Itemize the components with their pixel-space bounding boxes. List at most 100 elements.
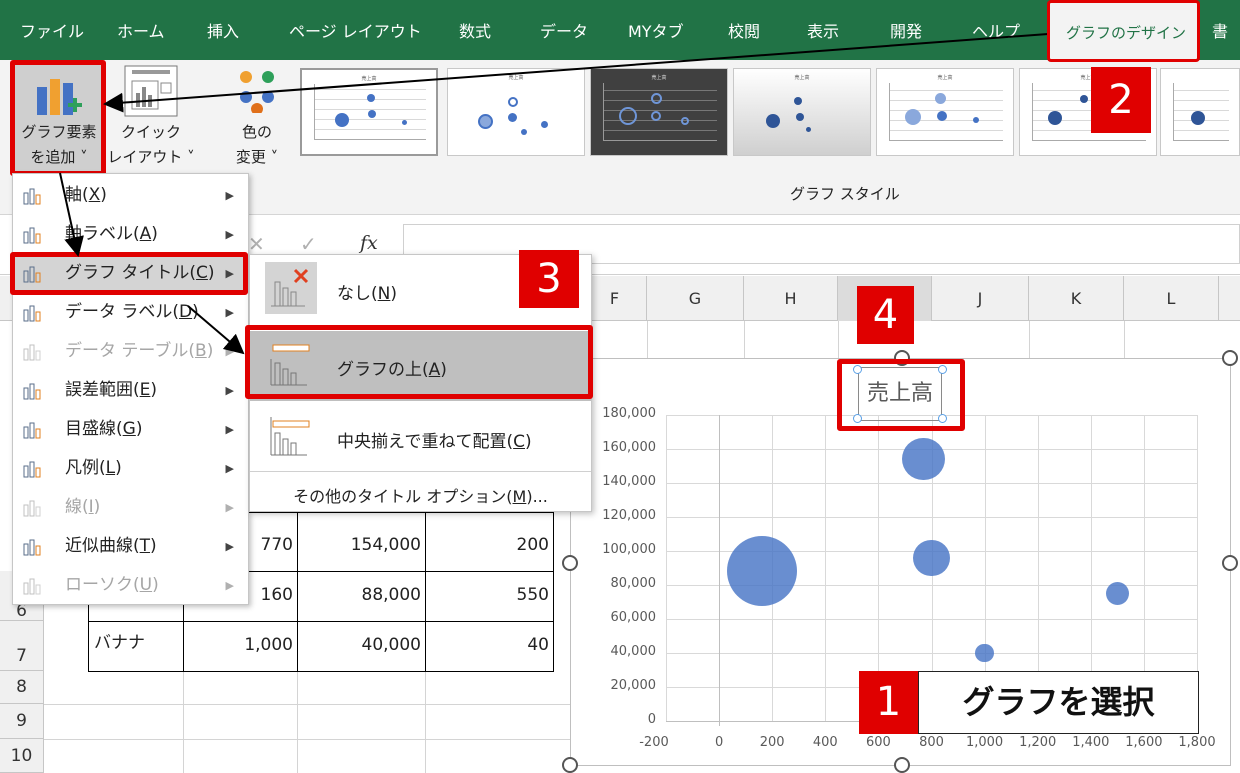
chart-resize-handle[interactable] (562, 757, 578, 773)
tab-view[interactable]: 表示 (807, 18, 839, 42)
quick-layout-icon (124, 65, 178, 117)
tab-developer[interactable]: 開発 (890, 18, 922, 42)
chart-resize-handle[interactable] (562, 555, 578, 571)
menu-item-legend[interactable]: 凡例(L) ▶ (13, 449, 248, 488)
column-header[interactable]: J (932, 276, 1029, 321)
chart-resize-handle[interactable] (1222, 555, 1238, 571)
table-cell[interactable]: 40 (425, 620, 549, 670)
column-header[interactable]: F (583, 276, 647, 321)
tab-review[interactable]: 校閲 (728, 18, 760, 42)
tab-formulas[interactable]: 数式 (459, 18, 491, 42)
submenu-item-label: 中央揃えで重ねて配置(C) (337, 427, 532, 452)
chart-bubble[interactable] (726, 536, 797, 607)
chart-style-1[interactable]: 売上高 (300, 68, 438, 156)
chart-style-5[interactable]: 売上高 (876, 68, 1014, 156)
x-axis-tick-label: 200 (759, 735, 785, 750)
x-axis-tick-label: 1,400 (1072, 735, 1110, 750)
x-axis-tick-label: 400 (812, 735, 838, 750)
tab-file[interactable]: ファイル (20, 18, 84, 42)
chart-resize-handle[interactable] (894, 757, 910, 773)
x-axis-tick-label: -200 (639, 735, 669, 750)
chart-style-3[interactable]: 売上高 (590, 68, 728, 156)
chart-bubble[interactable] (975, 643, 995, 663)
menu-item-axes[interactable]: 軸(X) ▶ (13, 176, 248, 215)
x-axis-tick-label: 1,600 (1125, 735, 1163, 750)
tab-chart-design[interactable]: グラフのデザイン (1047, 0, 1200, 62)
thumb-bubble (766, 114, 780, 128)
tab-overflow[interactable]: 書 (1212, 18, 1228, 42)
row-header[interactable]: 10 (0, 739, 44, 773)
menu-item-label: 軸ラベル(A) (65, 215, 158, 254)
chart-bubble[interactable] (902, 438, 945, 481)
quick-layout-button[interactable]: クイック レイアウト ˅ (106, 63, 196, 173)
tab-page-layout[interactable]: ページ レイアウト (289, 18, 422, 42)
tab-home[interactable]: ホーム (117, 18, 165, 42)
menu-item-accelerator: B (195, 341, 207, 361)
thumb-title: 売上高 (937, 75, 953, 81)
tab-help[interactable]: ヘルプ (972, 18, 1020, 42)
menu-item-axis-titles[interactable]: 軸ラベル(A) ▶ (13, 215, 248, 254)
row-header[interactable]: 8 (0, 671, 44, 704)
y-axis-tick-label: 20,000 (610, 678, 657, 693)
menu-item-data-labels[interactable]: データ ラベル(D) ▶ (13, 293, 248, 332)
menu-item-label-text: ) (93, 497, 101, 517)
x-axis-tick-label: 1,200 (1019, 735, 1057, 750)
chart-resize-handle[interactable] (1222, 350, 1238, 366)
submenu-item-centered-overlay[interactable]: 中央揃えで重ねて配置(C) (250, 405, 591, 471)
thumb-bubble (508, 113, 517, 122)
formula-enter-icon[interactable]: ✓ (300, 232, 317, 256)
chart-style-4[interactable]: 売上高 (733, 68, 871, 156)
change-colors-button[interactable]: 色の 変更 ˅ (218, 63, 296, 173)
table-cell[interactable]: 200 (425, 520, 549, 570)
formula-cancel-icon[interactable]: ✕ (248, 232, 265, 256)
chart-style-7[interactable] (1160, 68, 1240, 156)
change-colors-label-2: 変更 ˅ (235, 148, 279, 166)
step-1-label: グラフを選択 (918, 671, 1199, 734)
insert-function-icon[interactable]: fx (360, 232, 378, 254)
submenu-item-more-title-options[interactable]: その他のタイトル オプション(M)... (250, 473, 591, 511)
data-labels-icon (23, 305, 41, 322)
chart-bubble[interactable] (1105, 581, 1129, 606)
column-header[interactable]: K (1029, 276, 1124, 321)
menu-item-accelerator: G (122, 419, 136, 439)
step-number-3: 3 (519, 250, 579, 308)
y-axis-tick-label: 100,000 (602, 542, 656, 557)
y-axis-tick-label: 60,000 (610, 610, 657, 625)
column-header[interactable]: H (744, 276, 838, 321)
axes-icon (23, 188, 41, 205)
menu-item-label-text: データ テーブル( (65, 341, 196, 361)
menu-item-error-bars[interactable]: 誤差範囲(E) ▶ (13, 371, 248, 410)
submenu-arrow-icon: ▶ (225, 501, 234, 514)
thumb-bubble (1080, 95, 1088, 103)
table-cell[interactable]: 550 (425, 570, 549, 620)
table-cell[interactable]: 1,000 (183, 620, 293, 670)
thumb-bubble (368, 110, 376, 118)
table-cell[interactable]: 154,000 (297, 520, 421, 570)
tab-my-tab[interactable]: MYタブ (628, 18, 684, 42)
menu-item-label-text: ) (100, 185, 107, 205)
menu-item-data-table: データ テーブル(B) ▶ (13, 332, 248, 371)
row-header[interactable]: 7 (0, 621, 44, 671)
table-cell[interactable]: 88,000 (297, 570, 421, 620)
column-header[interactable]: L (1124, 276, 1219, 321)
chart-style-2[interactable]: 売上高 (447, 68, 585, 156)
tab-insert[interactable]: 挿入 (207, 18, 239, 42)
thumb-bubble (541, 121, 548, 128)
table-cell[interactable]: 40,000 (297, 620, 421, 670)
menu-item-label-text: ) (192, 302, 199, 322)
step-number-2: 2 (1091, 67, 1151, 133)
table-cell[interactable]: バナナ (94, 620, 182, 670)
menu-item-label: ローソク(U) (65, 566, 159, 605)
thumb-bubble (651, 93, 662, 104)
menu-item-label-text: ) (150, 536, 157, 556)
submenu-item-label: )... (526, 487, 548, 506)
tab-data[interactable]: データ (540, 18, 588, 42)
row-header[interactable]: 9 (0, 704, 44, 739)
thumb-title: 売上高 (794, 75, 810, 81)
menu-item-trendline[interactable]: 近似曲線(T) ▶ (13, 527, 248, 566)
chart-bubble[interactable] (913, 539, 950, 577)
menu-item-label-text: 誤差範囲( (65, 380, 140, 400)
menu-item-label: データ ラベル(D) (65, 293, 199, 332)
menu-item-gridlines[interactable]: 目盛線(G) ▶ (13, 410, 248, 449)
column-header[interactable]: G (647, 276, 744, 321)
